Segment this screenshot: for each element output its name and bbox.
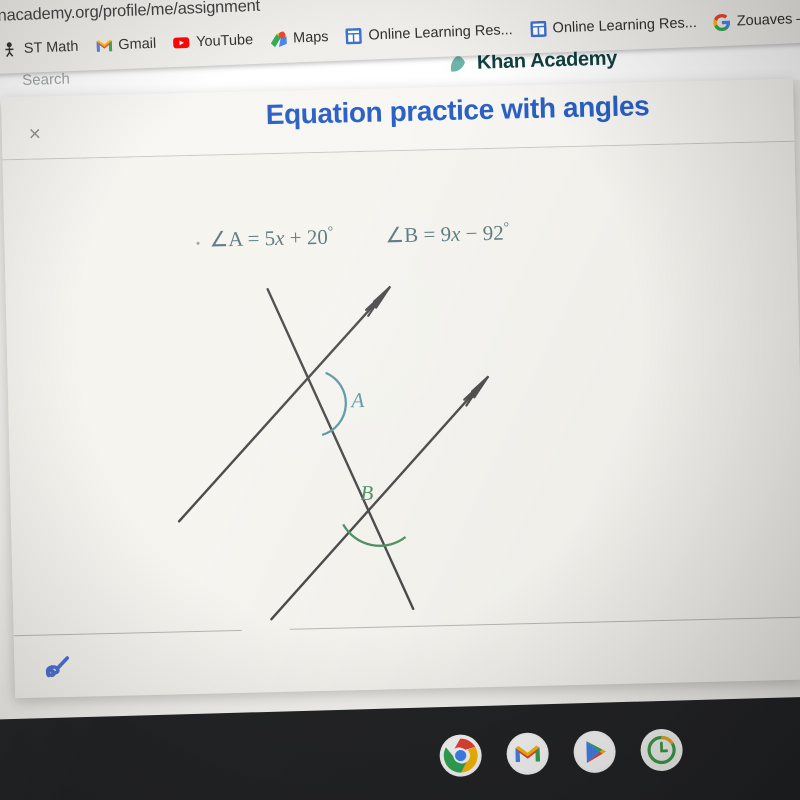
equation-a-degree: ° bbox=[327, 224, 334, 240]
equation-b-coefficient: 9 bbox=[440, 221, 452, 247]
bookmark-st-math[interactable]: ST Math bbox=[1, 38, 79, 58]
equation-a-coefficient: 5 bbox=[264, 225, 276, 251]
chrome-icon[interactable] bbox=[439, 734, 483, 778]
youtube-icon bbox=[173, 34, 191, 52]
equation-b-operator: − bbox=[465, 221, 478, 246]
equation-list: ∠A = 5x + 20° ∠B = 9x − 92° bbox=[209, 220, 509, 252]
bookmark-label: Online Learning Res... bbox=[368, 22, 513, 44]
equation-angle-b: ∠B = 9x − 92° bbox=[385, 220, 510, 248]
screenshot-root: Search Khan Academy × Equation practice … bbox=[0, 0, 800, 800]
bookmark-label: YouTube bbox=[195, 32, 254, 51]
bookmark-maps[interactable]: Maps bbox=[270, 29, 329, 48]
shelf-app-icons bbox=[439, 728, 684, 778]
bookmark-label: Online Learning Res... bbox=[552, 14, 698, 37]
equation-a-equals: = bbox=[247, 226, 260, 251]
geometry-diagram-svg: A B bbox=[177, 286, 489, 621]
google-icon bbox=[713, 13, 731, 31]
footer-notch bbox=[241, 627, 290, 632]
google-maps-icon bbox=[270, 30, 288, 48]
online-learning-icon bbox=[529, 20, 547, 38]
bullet-dot bbox=[196, 241, 200, 245]
bookmark-label: Maps bbox=[292, 29, 329, 47]
bookmark-online-learning-2[interactable]: Online Learning Res... bbox=[529, 14, 698, 38]
bookmark-label: Gmail bbox=[118, 35, 157, 54]
green-circle-app-icon[interactable] bbox=[640, 728, 684, 772]
modal-body: ∠A = 5x + 20° ∠B = 9x − 92° A B bbox=[2, 141, 800, 670]
equation-angle-a: ∠A = 5x + 20° bbox=[209, 225, 334, 253]
geometry-diagram: A B bbox=[155, 257, 564, 646]
bookmark-zouaves[interactable]: Zouaves – Me bbox=[713, 9, 800, 31]
equation-b-degree: ° bbox=[503, 220, 510, 236]
search-placeholder-text[interactable]: Search bbox=[22, 71, 70, 89]
bookmark-gmail[interactable]: Gmail bbox=[95, 35, 157, 55]
gmail-icon bbox=[95, 37, 113, 55]
st-math-icon bbox=[1, 41, 19, 59]
exercise-modal: × Equation practice with angles ∠A = 5x … bbox=[1, 78, 800, 699]
equation-b-equals: = bbox=[423, 222, 436, 247]
page-title: Equation practice with angles bbox=[265, 90, 650, 131]
online-learning-icon bbox=[345, 27, 363, 45]
equation-b-angle: ∠B bbox=[385, 222, 419, 248]
google-play-icon[interactable] bbox=[573, 730, 617, 774]
parallel-line-lower bbox=[270, 375, 489, 621]
bookmark-youtube[interactable]: YouTube bbox=[173, 32, 254, 52]
bookmark-label: ST Math bbox=[23, 38, 79, 57]
bookmark-label: Zouaves – Me bbox=[736, 10, 800, 30]
equation-b-constant: 92 bbox=[482, 220, 504, 246]
transversal-line bbox=[266, 287, 415, 611]
equation-a-variable: x bbox=[274, 225, 285, 250]
equation-a-operator: + bbox=[289, 225, 302, 250]
angle-b-label: B bbox=[360, 481, 374, 505]
angle-a-arc bbox=[321, 371, 347, 437]
gmail-icon[interactable] bbox=[506, 732, 550, 776]
scribble-pen-icon[interactable] bbox=[39, 649, 84, 684]
equation-a-angle: ∠A bbox=[209, 226, 243, 252]
equation-b-variable: x bbox=[450, 221, 461, 246]
equation-a-constant: 20 bbox=[306, 224, 329, 250]
bookmark-online-learning-1[interactable]: Online Learning Res... bbox=[345, 22, 513, 45]
angle-a-label: A bbox=[349, 388, 365, 412]
url-text: nacademy.org/profile/me/assignment bbox=[0, 0, 261, 25]
